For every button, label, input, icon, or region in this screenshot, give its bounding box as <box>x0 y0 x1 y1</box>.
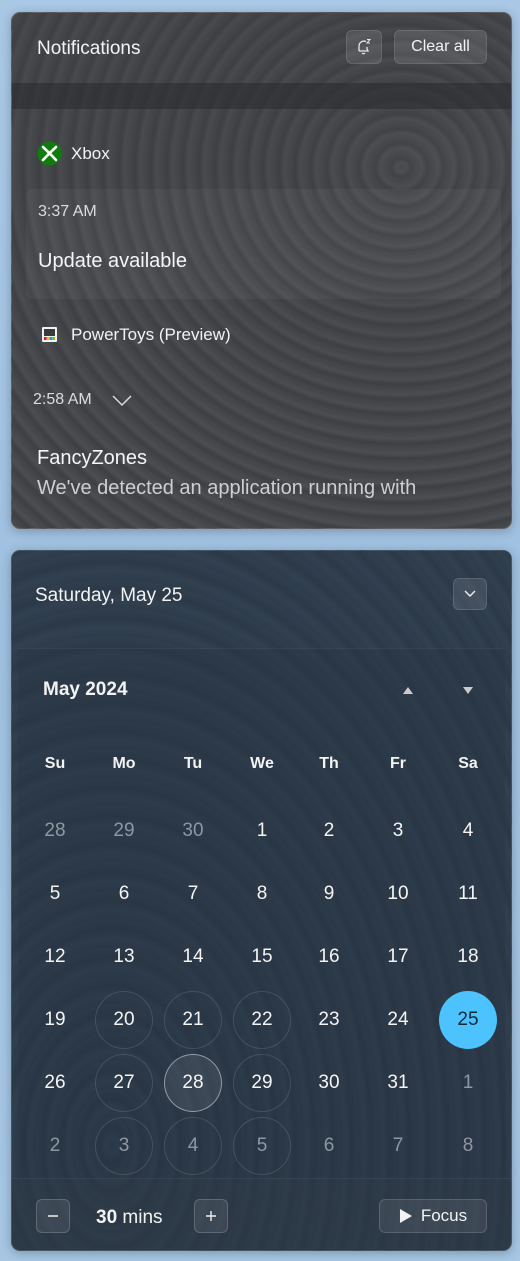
calendar-day[interactable]: 24 <box>369 991 427 1049</box>
app-name: Xbox <box>71 143 110 163</box>
chevron-down-icon[interactable] <box>112 395 132 407</box>
snooze-bell-icon <box>358 39 372 55</box>
weekday-label: Sa <box>458 755 478 772</box>
notification-group-xbox: Xbox 3:37 AM Update available <box>12 109 511 299</box>
notifications-title: Notifications <box>37 38 141 59</box>
notification-header: Notifications Clear all <box>12 13 511 83</box>
clear-all-button[interactable]: Clear all <box>394 30 487 64</box>
play-icon <box>399 1209 412 1223</box>
calendar-day[interactable]: 30 <box>300 1054 358 1112</box>
plus-icon <box>206 1211 216 1221</box>
focus-duration: 30 mins <box>96 1207 163 1229</box>
calendar-day[interactable]: 8 <box>439 1117 497 1175</box>
notification-time: 2:58 AM <box>33 391 92 408</box>
calendar-day[interactable]: 29 <box>233 1054 291 1112</box>
calendar-day[interactable]: 6 <box>95 865 153 923</box>
calendar-day[interactable]: 1 <box>233 802 291 860</box>
calendar-day[interactable]: 3 <box>95 1117 153 1175</box>
focus-button-label: Focus <box>420 1206 468 1225</box>
calendar-day[interactable]: 4 <box>164 1117 222 1175</box>
calendar-day[interactable]: 6 <box>300 1117 358 1175</box>
calendar-day[interactable]: 30 <box>164 802 222 860</box>
do-not-disturb-button[interactable] <box>346 30 382 64</box>
calendar-day[interactable]: 15 <box>233 928 291 986</box>
calendar-day[interactable]: 14 <box>164 928 222 986</box>
calendar-day[interactable]: 20 <box>95 991 153 1049</box>
notification-card[interactable]: 3:37 AM Update available <box>26 189 501 299</box>
weekday-label: Mo <box>112 755 136 772</box>
calendar-day[interactable]: 7 <box>369 1117 427 1175</box>
weekday-label: Su <box>44 755 66 772</box>
calendar-day[interactable]: 22 <box>233 991 291 1049</box>
increase-duration-button[interactable] <box>194 1199 228 1233</box>
calendar-day[interactable]: 1 <box>439 1054 497 1112</box>
calendar-flyout: Saturday, May 25 May 2024 Su Mo Tu We Th Fr Sa… <box>11 550 512 1251</box>
calendar-day[interactable]: 19 <box>26 991 84 1049</box>
calendar-day-today[interactable]: 25 <box>439 991 497 1049</box>
weekday-label: Fr <box>390 755 406 772</box>
app-header-xbox[interactable]: Xbox <box>37 141 110 166</box>
calendar-day[interactable]: 23 <box>300 991 358 1049</box>
notification-title: FancyZones <box>37 447 148 469</box>
chevron-down-icon <box>464 590 476 597</box>
duration-unit: mins <box>122 1207 163 1228</box>
next-month-button[interactable] <box>458 680 478 700</box>
month-year-label[interactable]: May 2024 <box>43 679 128 701</box>
notification-center: Notifications Clear all Xbox 3:37 AM Upd… <box>11 12 512 529</box>
calendar-day[interactable]: 29 <box>95 802 153 860</box>
calendar-day[interactable]: 28 <box>26 802 84 860</box>
app-name: PowerToys (Preview) <box>71 324 231 344</box>
calendar-day[interactable]: 31 <box>369 1054 427 1112</box>
notification-body: We've detected an application running wi… <box>37 477 417 499</box>
notification-title: Update available <box>38 250 187 272</box>
calendar-date-header[interactable]: Saturday, May 25 <box>35 585 183 607</box>
calendar-day[interactable]: 27 <box>95 1054 153 1112</box>
xbox-icon <box>37 141 62 166</box>
calendar-day[interactable]: 16 <box>300 928 358 986</box>
calendar-day[interactable]: 5 <box>233 1117 291 1175</box>
calendar-day[interactable]: 3 <box>369 802 427 860</box>
calendar-day[interactable]: 18 <box>439 928 497 986</box>
caret-down-icon <box>463 686 473 694</box>
calendar-day[interactable]: 17 <box>369 928 427 986</box>
calendar-day[interactable]: 11 <box>439 865 497 923</box>
collapse-calendar-button[interactable] <box>453 578 487 610</box>
calendar-day[interactable]: 2 <box>26 1117 84 1175</box>
minus-icon <box>48 1215 58 1217</box>
calendar-day[interactable]: 28 <box>164 1054 222 1112</box>
calendar-day[interactable]: 2 <box>300 802 358 860</box>
calendar-day[interactable]: 8 <box>233 865 291 923</box>
weekday-label: Th <box>319 755 339 772</box>
weekday-label: We <box>250 755 274 772</box>
notification-group-powertoys: PowerToys (Preview) 2:58 AM FancyZones W… <box>12 299 511 528</box>
powertoys-icon <box>42 327 57 342</box>
calendar-day[interactable]: 4 <box>439 802 497 860</box>
app-header-powertoys[interactable]: PowerToys (Preview) <box>37 322 231 347</box>
focus-session-bar: 30 mins Focus <box>12 1178 511 1250</box>
calendar-day[interactable]: 10 <box>369 865 427 923</box>
calendar-day[interactable]: 13 <box>95 928 153 986</box>
calendar-day[interactable]: 5 <box>26 865 84 923</box>
calendar-day[interactable]: 12 <box>26 928 84 986</box>
calendar-day[interactable]: 9 <box>300 865 358 923</box>
weekday-label: Tu <box>183 755 203 772</box>
duration-value: 30 <box>96 1207 118 1228</box>
previous-month-button[interactable] <box>398 680 418 700</box>
calendar-day[interactable]: 26 <box>26 1054 84 1112</box>
notification-time: 3:37 AM <box>38 203 97 220</box>
calendar-day[interactable]: 21 <box>164 991 222 1049</box>
notification-divider <box>12 83 511 109</box>
focus-button[interactable]: Focus <box>379 1199 487 1233</box>
decrease-duration-button[interactable] <box>36 1199 70 1233</box>
calendar-day[interactable]: 7 <box>164 865 222 923</box>
caret-up-icon <box>403 686 413 694</box>
